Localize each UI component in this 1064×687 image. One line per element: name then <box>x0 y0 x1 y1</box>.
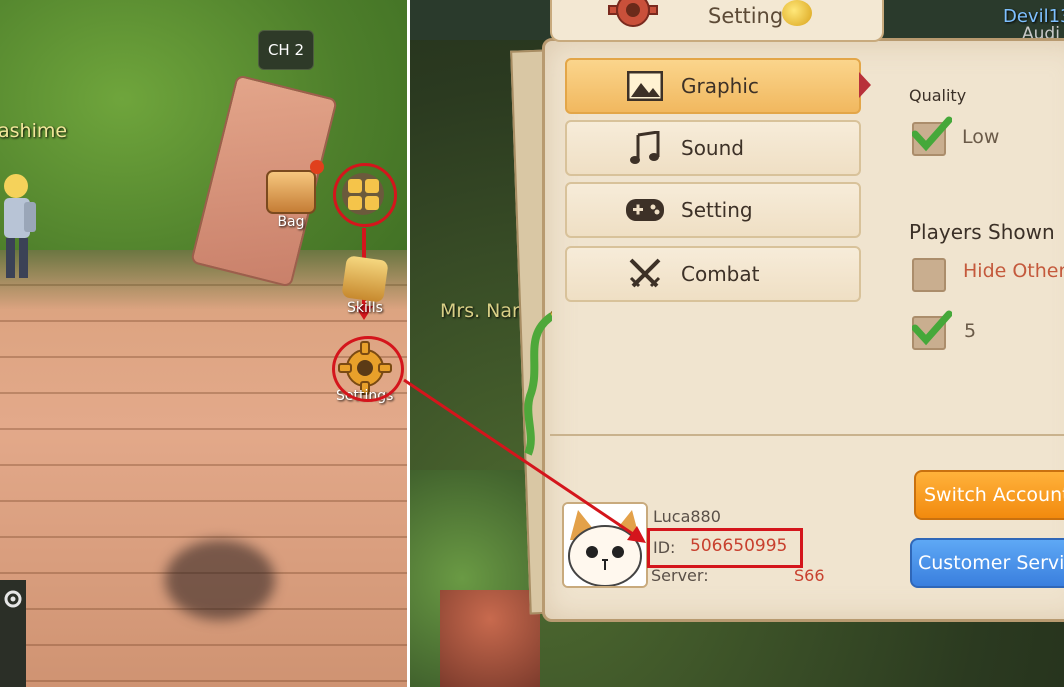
gold-coin-icon <box>782 0 812 26</box>
settings-gear-icon <box>608 0 658 27</box>
right-settings-screen: Mrs. Nan Audi Devil13 Setting Graphic So… <box>410 0 1064 687</box>
players-count-label: 5 <box>964 320 977 342</box>
small-gear-icon[interactable] <box>2 588 24 610</box>
ground-shadow <box>165 540 275 620</box>
skills-icon <box>341 255 389 303</box>
quality-title: Quality <box>909 86 967 105</box>
checkmark-icon <box>912 116 952 152</box>
profile-server-value: S66 <box>794 566 825 585</box>
customer-service-button[interactable]: Customer Service <box>910 538 1064 588</box>
tab-combat-label: Combat <box>681 262 760 286</box>
players-shown-title: Players Shown <box>909 220 1055 244</box>
notification-dot <box>310 160 324 174</box>
tab-sound-label: Sound <box>681 136 744 160</box>
profile-username: Luca880 <box>653 507 721 526</box>
checkmark-icon <box>912 310 952 346</box>
crossed-swords-icon <box>625 254 665 294</box>
active-tab-arrow <box>859 72 871 98</box>
side-toolbar[interactable] <box>0 580 26 687</box>
tab-sound[interactable]: Sound <box>565 120 861 176</box>
settings-highlight-circle <box>332 336 404 402</box>
profile-server-label: Server: <box>651 566 709 585</box>
skills-label: Skills <box>347 300 383 316</box>
skills-button[interactable]: Skills <box>341 255 389 316</box>
image-icon <box>625 66 665 106</box>
bag-label: Bag <box>277 214 305 230</box>
hide-other-checkbox[interactable] <box>912 258 946 292</box>
quality-low-checkbox[interactable] <box>912 116 952 156</box>
character-name: ashime <box>0 120 68 142</box>
hide-other-label: Hide Other <box>963 260 1064 282</box>
player-name-1: Devil13 <box>1003 6 1064 27</box>
barrels <box>440 590 540 687</box>
bag-icon <box>266 170 316 214</box>
tab-setting-label: Setting <box>681 198 753 222</box>
tab-setting[interactable]: Setting <box>565 182 861 238</box>
menu-highlight-circle <box>333 163 397 227</box>
window-title: Setting <box>708 4 784 28</box>
channel-indicator[interactable]: CH 2 <box>258 30 314 70</box>
tab-graphic[interactable]: Graphic <box>565 58 861 114</box>
left-game-screen: CH 2 ashime Bag Skills Settings <box>0 0 407 687</box>
section-divider <box>550 434 1064 436</box>
cat-avatar-icon <box>564 504 646 586</box>
avatar <box>562 502 648 588</box>
players-count-checkbox[interactable] <box>912 310 952 350</box>
player-character[interactable] <box>0 170 40 288</box>
music-note-icon <box>625 128 665 168</box>
npc-name: Mrs. Nan <box>440 300 525 322</box>
bag-button[interactable]: Bag <box>266 170 316 230</box>
id-highlight-box <box>647 528 803 568</box>
switch-accounts-button[interactable]: Switch Accounts <box>914 470 1064 520</box>
green-ribbon <box>524 310 552 456</box>
quality-low-label: Low <box>962 126 1000 148</box>
gamepad-icon <box>625 190 665 230</box>
tab-graphic-label: Graphic <box>681 74 759 98</box>
tab-combat[interactable]: Combat <box>565 246 861 302</box>
